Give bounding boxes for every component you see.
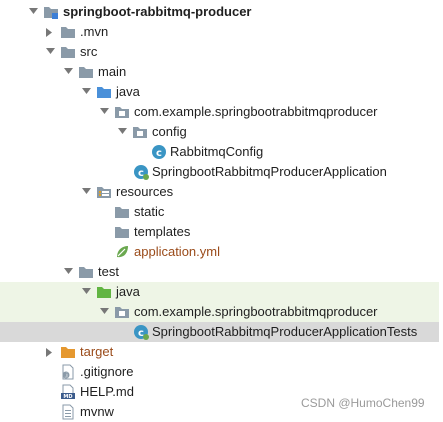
tree-row-target[interactable]: target	[0, 342, 443, 362]
tree-label-mvn: .mvn	[80, 24, 109, 39]
svg-text:MD: MD	[63, 394, 72, 400]
tree-row-test-package[interactable]: com.example.springbootrabbitmqproducer	[0, 302, 443, 322]
tree-row-config[interactable]: config	[0, 122, 443, 142]
tree-label-main: main	[98, 64, 127, 79]
tree-label-rabbitmq-config: RabbitmqConfig	[170, 144, 264, 159]
markdown-file-icon: MD	[60, 384, 76, 400]
package-icon	[114, 304, 130, 320]
tree-row-static[interactable]: static	[0, 202, 443, 222]
expand-down-arrow-icon[interactable]	[99, 302, 109, 322]
package-icon	[132, 124, 148, 140]
folder-icon	[78, 264, 94, 280]
tree-row-test-class[interactable]: c SpringbootRabbitmqProducerApplicationT…	[0, 322, 443, 342]
expand-down-arrow-icon[interactable]	[81, 82, 91, 102]
scrollbar-track[interactable]	[439, 0, 443, 421]
tree-label-main-package: com.example.springbootrabbitmqproducer	[134, 104, 378, 119]
tree-label-application-yml: application.yml	[134, 244, 220, 259]
spring-boot-class-icon: c	[133, 164, 149, 180]
tree-row-mvn[interactable]: .mvn	[0, 22, 443, 42]
package-icon	[114, 104, 130, 120]
tree-label-help-md: HELP.md	[80, 384, 134, 399]
svg-text:c: c	[156, 148, 162, 159]
expand-down-arrow-icon[interactable]	[63, 62, 73, 82]
tree-row-templates[interactable]: templates	[0, 222, 443, 242]
tree-row-root[interactable]: springboot-rabbitmq-producer	[0, 2, 443, 22]
java-class-icon: c	[151, 144, 167, 160]
source-root-icon	[96, 84, 112, 100]
folder-icon	[60, 44, 76, 60]
folder-icon	[60, 24, 76, 40]
tree-label-static: static	[134, 204, 165, 219]
tree-row-resources[interactable]: resources	[0, 182, 443, 202]
tree-row-main-package[interactable]: com.example.springbootrabbitmqproducer	[0, 102, 443, 122]
text-file-icon	[60, 404, 76, 420]
folder-icon	[114, 224, 130, 240]
expand-down-arrow-icon[interactable]	[81, 182, 91, 202]
tree-row-rabbitmq-config[interactable]: c RabbitmqConfig	[0, 142, 443, 162]
tree-row-app-class[interactable]: c SpringbootRabbitmqProducerApplication	[0, 162, 443, 182]
project-tree: springboot-rabbitmq-producer .mvn src ma…	[0, 2, 443, 422]
gitignore-file-icon: .i	[60, 364, 76, 380]
tree-label-root: springboot-rabbitmq-producer	[63, 4, 252, 19]
expand-down-arrow-icon[interactable]	[81, 282, 91, 302]
tree-label-test-java: java	[116, 284, 140, 299]
tree-row-main[interactable]: main	[0, 62, 443, 82]
tree-row-application-yml[interactable]: application.yml	[0, 242, 443, 262]
expand-down-arrow-icon[interactable]	[63, 262, 73, 282]
tree-row-test[interactable]: test	[0, 262, 443, 282]
tree-row-main-java[interactable]: java	[0, 82, 443, 102]
resources-folder-icon	[96, 184, 112, 200]
test-source-root-icon	[96, 284, 112, 300]
excluded-folder-icon	[60, 344, 76, 360]
expand-down-arrow-icon[interactable]	[99, 102, 109, 122]
tree-row-src[interactable]: src	[0, 42, 443, 62]
folder-icon	[114, 204, 130, 220]
spring-yml-icon	[114, 244, 130, 260]
tree-label-resources: resources	[116, 184, 174, 199]
tree-label-test-package: com.example.springbootrabbitmqproducer	[134, 304, 378, 319]
module-folder-icon	[43, 4, 59, 20]
svg-text:.i: .i	[64, 373, 68, 380]
spring-boot-class-icon: c	[133, 324, 149, 340]
tree-label-src: src	[80, 44, 98, 59]
expand-down-arrow-icon[interactable]	[28, 2, 38, 22]
watermark: CSDN @HumoChen99	[301, 396, 425, 410]
tree-label-test: test	[98, 264, 119, 279]
tree-label-main-java: java	[116, 84, 140, 99]
tree-label-templates: templates	[134, 224, 191, 239]
tree-label-test-class: SpringbootRabbitmqProducerApplicationTes…	[152, 324, 418, 339]
expand-right-arrow-icon[interactable]	[45, 22, 55, 42]
expand-down-arrow-icon[interactable]	[45, 42, 55, 62]
expand-down-arrow-icon[interactable]	[117, 122, 127, 142]
tree-label-target: target	[80, 344, 114, 359]
tree-label-gitignore: .gitignore	[80, 364, 134, 379]
tree-label-config: config	[152, 124, 187, 139]
tree-label-mvnw: mvnw	[80, 404, 114, 419]
expand-right-arrow-icon[interactable]	[45, 342, 55, 362]
tree-row-gitignore[interactable]: .i .gitignore	[0, 362, 443, 382]
tree-row-test-java[interactable]: java	[0, 282, 443, 302]
folder-icon	[78, 64, 94, 80]
tree-label-app-class: SpringbootRabbitmqProducerApplication	[152, 164, 387, 179]
